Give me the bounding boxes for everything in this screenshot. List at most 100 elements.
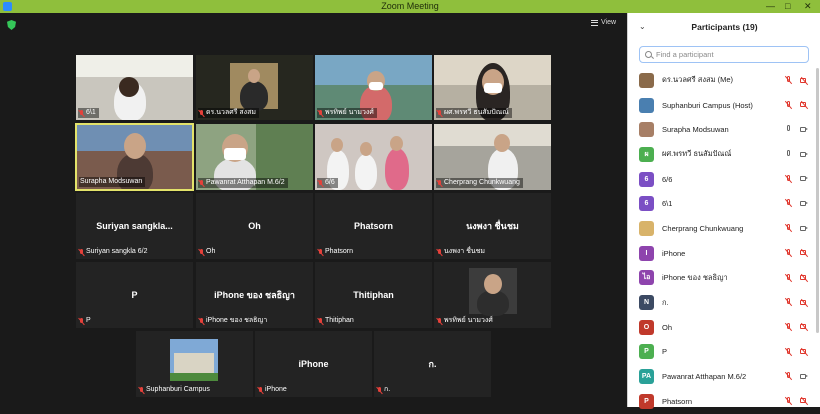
avatar: 6 bbox=[639, 171, 654, 187]
chevron-down-icon[interactable]: ⌄ bbox=[639, 13, 646, 41]
microphone-muted-icon[interactable] bbox=[785, 347, 791, 356]
participant-tile[interactable]: Suphanburi Campus bbox=[136, 331, 253, 397]
participant-name: Oh bbox=[662, 322, 673, 332]
participant-row[interactable]: ผ ผศ.พรทวี ธนสัมปัณณ์ bbox=[639, 142, 814, 167]
video-camera-off-icon[interactable] bbox=[800, 101, 809, 108]
tile-center-name: Oh bbox=[248, 221, 261, 231]
minimize-icon[interactable]: — bbox=[766, 0, 775, 13]
participant-face bbox=[494, 134, 510, 152]
microphone-icon[interactable] bbox=[785, 125, 791, 133]
video-tile[interactable]: พรทิพย์ นามวงศ์ bbox=[315, 55, 432, 120]
security-shield-icon[interactable] bbox=[7, 20, 16, 30]
mic-muted-icon bbox=[377, 386, 382, 394]
microphone-muted-icon[interactable] bbox=[785, 298, 791, 306]
participant-row[interactable]: Cherprang Chunkwuang bbox=[639, 216, 814, 241]
participant-tile[interactable]: iPhone ของ ชลธิญา iPhone ของ ชลธิญา bbox=[196, 262, 313, 328]
participant-face bbox=[484, 274, 502, 294]
tile-name-tag: iPhone bbox=[257, 385, 290, 395]
video-camera-icon[interactable] bbox=[800, 151, 809, 158]
face-mask bbox=[224, 148, 246, 160]
avatar: PA bbox=[639, 369, 654, 385]
mic-muted-icon bbox=[258, 386, 263, 394]
participant-tile[interactable]: Suriyan sangkla... Suriyan sangkla 6/2 bbox=[76, 193, 193, 259]
video-camera-icon[interactable] bbox=[800, 200, 809, 207]
video-camera-off-icon[interactable] bbox=[800, 397, 809, 404]
microphone-muted-icon[interactable] bbox=[785, 100, 791, 109]
video-tile[interactable]: ดร.นวลศรี สงสม bbox=[196, 55, 313, 120]
participant-tile[interactable]: iPhone iPhone bbox=[255, 331, 372, 397]
participant-row[interactable]: PP bbox=[639, 340, 814, 365]
maximize-icon[interactable]: □ bbox=[785, 0, 790, 13]
video-camera-off-icon[interactable] bbox=[800, 77, 809, 84]
participant-status-icons bbox=[785, 224, 809, 232]
close-icon[interactable]: ✕ bbox=[804, 0, 812, 13]
participant-search[interactable]: Find a participant bbox=[639, 46, 809, 63]
participant-row[interactable]: ดร.นวลศรี สงสม (Me) bbox=[639, 68, 814, 93]
participants-panel: ⌄ Participants (19) Find a participant ด… bbox=[627, 13, 820, 409]
tile-name-tag: ดร.นวลศรี สงสม bbox=[198, 108, 259, 118]
participant-name: P bbox=[662, 347, 668, 357]
tile-name-tag: Suriyan sangkla 6/2 bbox=[78, 247, 150, 257]
video-camera-off-icon[interactable] bbox=[800, 274, 809, 281]
microphone-muted-icon[interactable] bbox=[785, 322, 791, 331]
participant-row[interactable]: O Oh bbox=[639, 315, 814, 340]
participant-status-icons bbox=[785, 273, 809, 282]
tile-name-tag: นงพงา ชื่นชม bbox=[436, 247, 488, 257]
microphone-muted-icon[interactable] bbox=[785, 372, 791, 380]
participant-tile[interactable]: Thitiphan Thitiphan bbox=[315, 262, 432, 328]
avatar bbox=[639, 72, 654, 88]
mic-muted-icon bbox=[318, 179, 323, 187]
participant-tile[interactable]: พรทิพย์ นามวงศ์ bbox=[434, 262, 551, 328]
participant-tile[interactable]: Phatsorn Phatsorn bbox=[315, 193, 432, 259]
video-tile[interactable]: Pawanrat Atthapan M.6/2 bbox=[196, 124, 313, 190]
participant-tile[interactable]: P P bbox=[76, 262, 193, 328]
active-speaker-tile[interactable]: Surapha Modsuwan bbox=[75, 123, 194, 191]
microphone-muted-icon[interactable] bbox=[785, 248, 791, 257]
participant-tile[interactable]: นงพงา ชื่นชม นงพงา ชื่นชม bbox=[434, 193, 551, 259]
mic-muted-icon bbox=[199, 179, 204, 187]
video-camera-icon[interactable] bbox=[800, 373, 809, 380]
tile-name-tag: Cherprang Chunkwuang bbox=[436, 178, 523, 188]
video-tile[interactable]: 6/6 bbox=[315, 124, 432, 190]
participant-face bbox=[119, 77, 139, 97]
participant-row[interactable]: Suphanburi Campus (Host) bbox=[639, 93, 814, 118]
video-camera-off-icon[interactable] bbox=[800, 348, 809, 355]
participant-row[interactable]: 6 6/6 bbox=[639, 167, 814, 192]
video-camera-off-icon[interactable] bbox=[800, 299, 809, 306]
mic-muted-icon bbox=[437, 179, 442, 187]
microphone-muted-icon[interactable] bbox=[785, 273, 791, 282]
microphone-muted-icon[interactable] bbox=[785, 174, 791, 183]
video-camera-icon[interactable] bbox=[800, 175, 809, 182]
participant-tile[interactable]: Oh Oh bbox=[196, 193, 313, 259]
participant-video bbox=[385, 148, 409, 190]
participant-row[interactable]: PA Pawanrat Atthapan M.6/2 bbox=[639, 364, 814, 389]
microphone-muted-icon[interactable] bbox=[785, 76, 791, 84]
participant-row[interactable]: Surapha Modsuwan bbox=[639, 117, 814, 142]
video-tile[interactable]: ผศ.พรทวี ธนสัมปัณณ์ bbox=[434, 55, 551, 120]
zoom-app-icon bbox=[3, 2, 12, 11]
mic-muted-icon bbox=[318, 109, 323, 117]
video-camera-off-icon[interactable] bbox=[800, 249, 809, 256]
microphone-icon[interactable] bbox=[785, 150, 791, 158]
video-tile[interactable]: Cherprang Chunkwuang bbox=[434, 124, 551, 190]
participant-status-icons bbox=[785, 298, 809, 306]
video-camera-off-icon[interactable] bbox=[800, 323, 809, 330]
view-button[interactable]: View bbox=[591, 19, 616, 26]
microphone-muted-icon[interactable] bbox=[785, 199, 791, 207]
microphone-muted-icon[interactable] bbox=[785, 224, 791, 232]
participant-row[interactable]: 6 6\1 bbox=[639, 191, 814, 216]
video-tile[interactable]: 6\1 bbox=[76, 55, 193, 120]
video-camera-icon[interactable] bbox=[800, 225, 809, 232]
video-camera-icon[interactable] bbox=[800, 126, 809, 133]
participant-row[interactable]: N ก. bbox=[639, 290, 814, 315]
participant-name: iPhone bbox=[662, 248, 686, 258]
participant-row[interactable]: IiPhone bbox=[639, 241, 814, 266]
mic-muted-icon bbox=[199, 109, 204, 117]
search-input-placeholder: Find a participant bbox=[656, 50, 714, 59]
participants-scrollbar[interactable] bbox=[816, 68, 819, 333]
microphone-muted-icon[interactable] bbox=[785, 396, 791, 405]
participant-tile[interactable]: ก. ก. bbox=[374, 331, 491, 397]
participant-row[interactable]: ไอ iPhone ของ ชลธิญา bbox=[639, 266, 814, 291]
participant-face bbox=[360, 142, 372, 156]
participant-row[interactable]: P Phatsorn bbox=[639, 389, 814, 414]
